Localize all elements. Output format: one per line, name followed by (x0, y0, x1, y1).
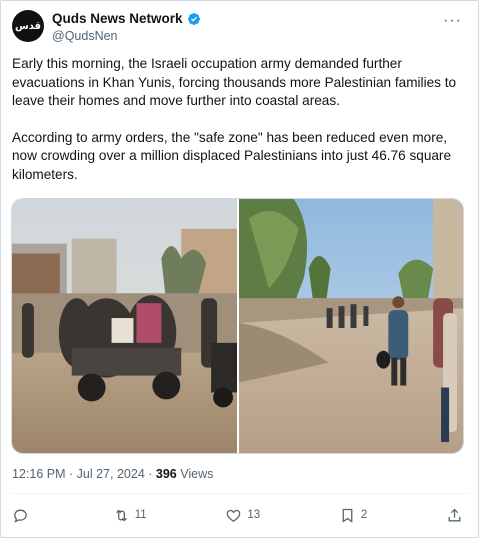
bookmark-button[interactable]: 2 (339, 507, 367, 524)
divider (12, 493, 468, 494)
display-name[interactable]: Quds News Network (52, 11, 183, 26)
share-button[interactable] (446, 507, 468, 524)
like-button[interactable]: 13 (225, 507, 260, 524)
bookmark-count: 2 (360, 509, 368, 521)
retweet-button[interactable]: 11 (113, 507, 147, 524)
avatar-logo-text: قدس (14, 20, 42, 32)
tweet-media (11, 198, 464, 454)
photo-evacuees-on-cart[interactable] (12, 199, 237, 453)
photo-people-walking-road-image (239, 199, 463, 453)
tweet-paragraph: According to army orders, the "safe zone… (12, 129, 452, 182)
avatar[interactable]: قدس (12, 10, 44, 42)
tweet-time[interactable]: 12:16 PM (12, 467, 66, 481)
tweet-meta: 12:16 PM · Jul 27, 2024 · 396 Views (12, 467, 213, 481)
share-icon (448, 508, 461, 521)
meta-separator: · (148, 467, 153, 481)
retweet-count: 11 (134, 509, 147, 521)
tweet-header: قدس Quds News Network @QudsNen ··· (12, 10, 468, 46)
account-names: Quds News Network @QudsNen (52, 11, 201, 43)
account-handle[interactable]: @QudsNen (52, 29, 201, 43)
heart-icon (227, 509, 241, 522)
like-count: 13 (247, 509, 261, 521)
tweet-card: قدس Quds News Network @QudsNen ··· Early… (0, 0, 479, 538)
retweet-icon (115, 509, 127, 521)
views-count: 396 (155, 467, 177, 481)
photo-evacuees-on-cart-image (12, 199, 237, 453)
reply-button[interactable] (12, 507, 34, 524)
tweet-paragraph: Early this morning, the Israeli occupati… (12, 56, 457, 108)
tweet-actions: 11 13 2 (12, 504, 468, 526)
meta-separator: · (69, 467, 74, 481)
views-label: Views (180, 467, 214, 481)
display-name-row[interactable]: Quds News Network (52, 11, 201, 26)
more-options-icon[interactable]: ··· (443, 12, 462, 30)
tweet-text: Early this morning, the Israeli occupati… (12, 55, 470, 184)
tweet-date[interactable]: Jul 27, 2024 (77, 467, 145, 481)
reply-icon (14, 509, 27, 523)
verified-badge-icon (187, 12, 200, 25)
photo-people-walking-road[interactable] (239, 199, 463, 453)
bookmark-icon (342, 508, 353, 523)
